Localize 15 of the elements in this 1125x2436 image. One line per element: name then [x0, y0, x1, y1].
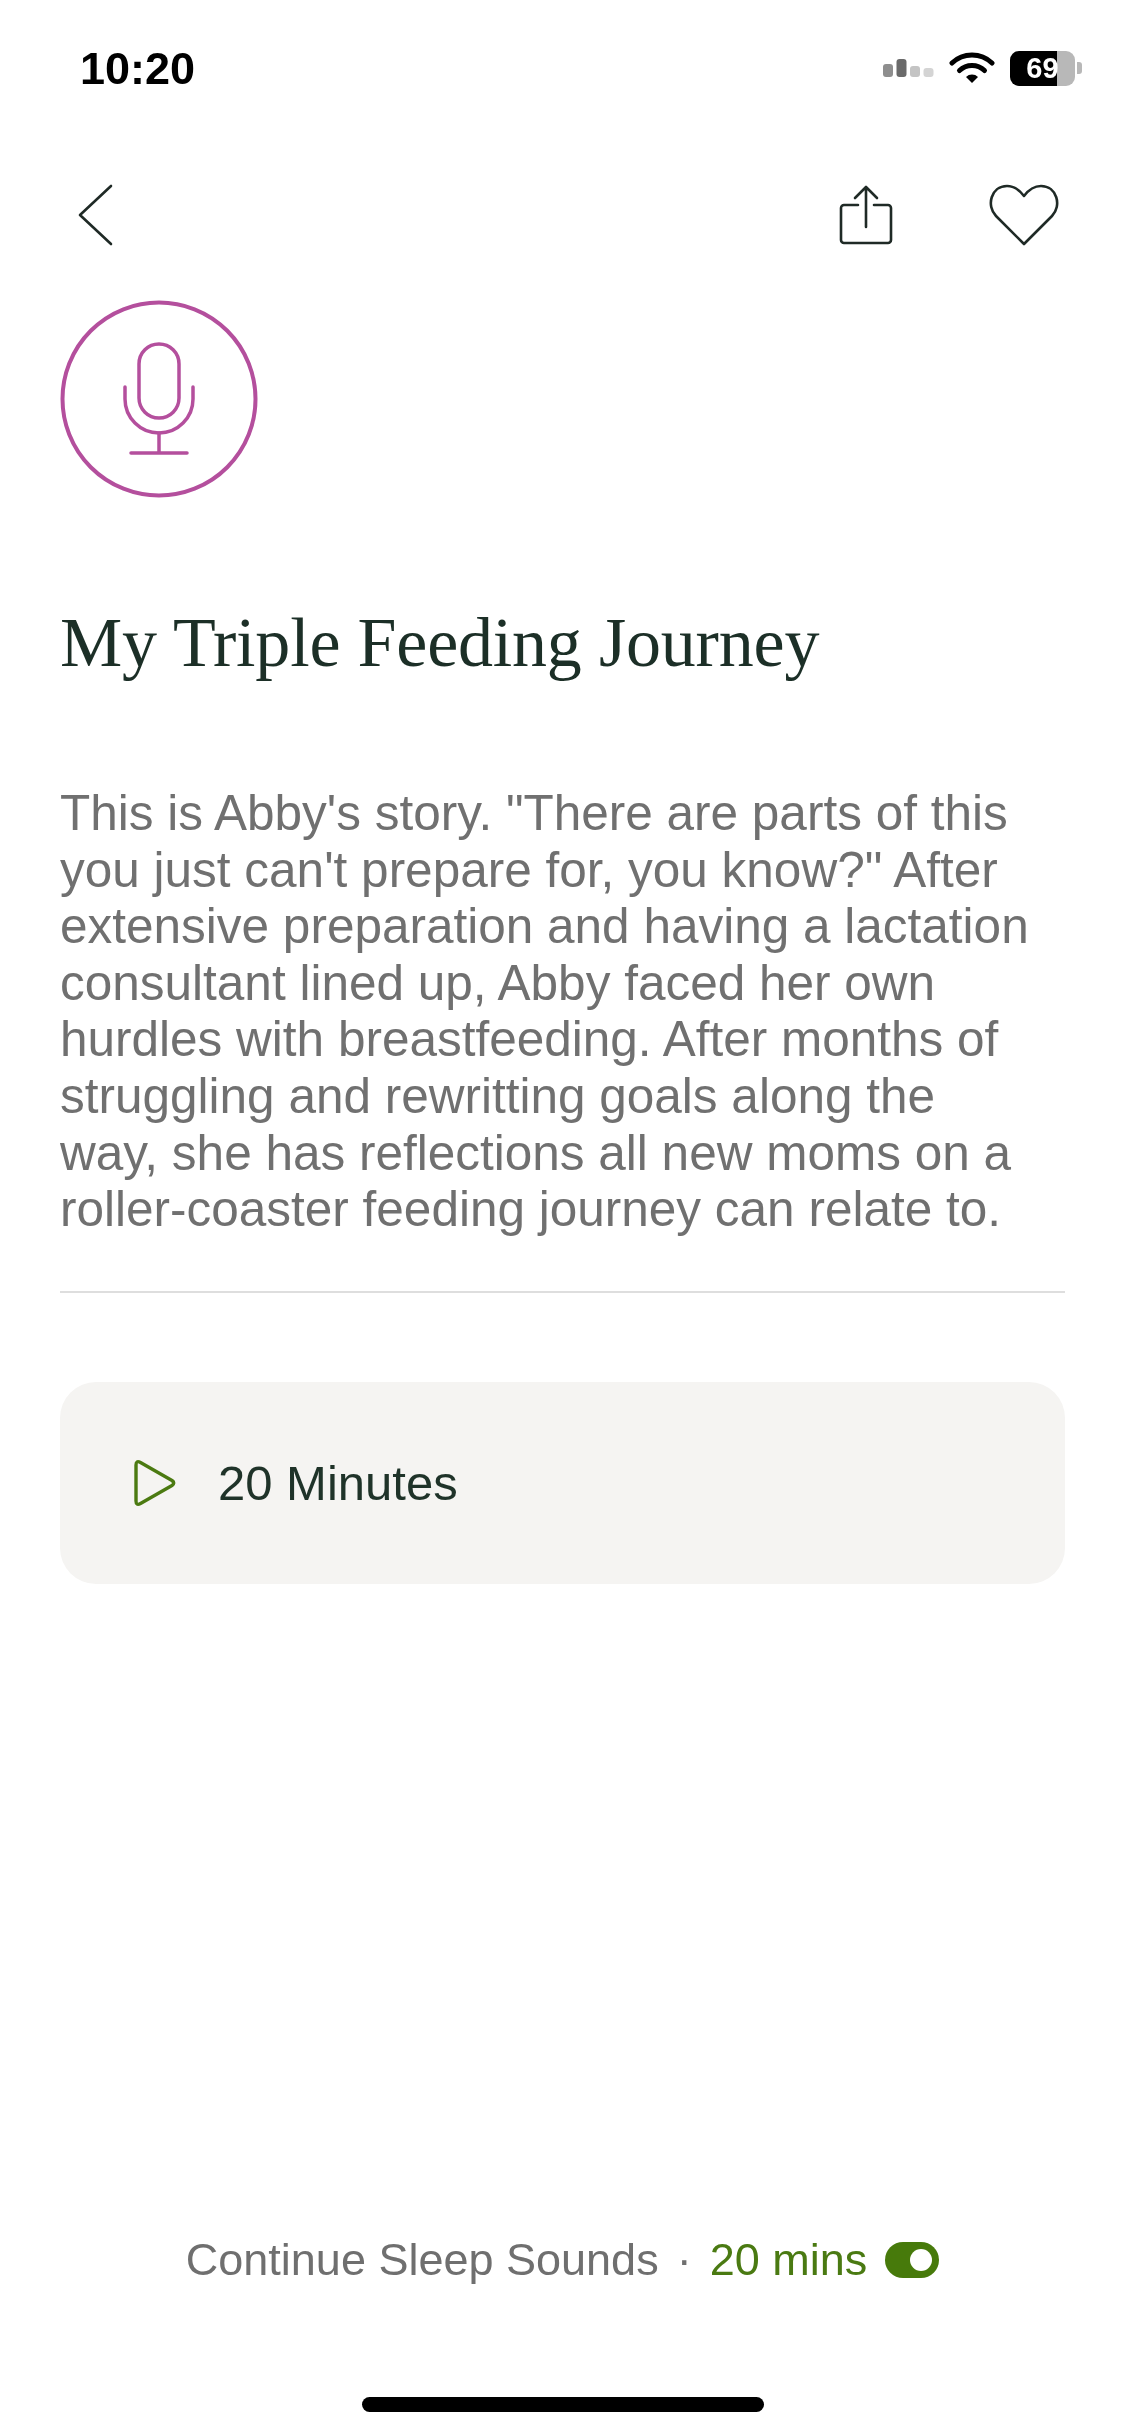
sleep-sounds-toggle[interactable]: [885, 2242, 940, 2278]
wifi-icon: [949, 51, 995, 85]
sleep-sounds-duration: 20 mins: [709, 2234, 868, 2286]
status-time: 10:20: [80, 45, 196, 91]
play-button[interactable]: 20 Minutes: [60, 1381, 1065, 1584]
episode-title: My Triple Feeding Journey: [60, 603, 821, 683]
separator-dot: ·: [676, 2234, 692, 2286]
back-icon[interactable]: [78, 184, 113, 246]
microphone-icon: [60, 300, 258, 498]
episode-description: This is Abby's story. "There are parts of this you just can't prepare for, you know?" After extensive preparation and having a lactation consultant lined up, Abby faced her own hurdles with breastfeeding. After months of struggling and rewritting goals along the way, she has reflections all new moms on a roller-coaster feeding journey can relate to.: [60, 785, 1030, 1238]
signal-icon: [883, 59, 934, 77]
sleep-sounds-label: Continue Sleep Sounds: [185, 2234, 659, 2286]
heart-icon[interactable]: [988, 183, 1060, 247]
play-icon: [133, 1458, 177, 1507]
share-icon[interactable]: [839, 185, 893, 245]
